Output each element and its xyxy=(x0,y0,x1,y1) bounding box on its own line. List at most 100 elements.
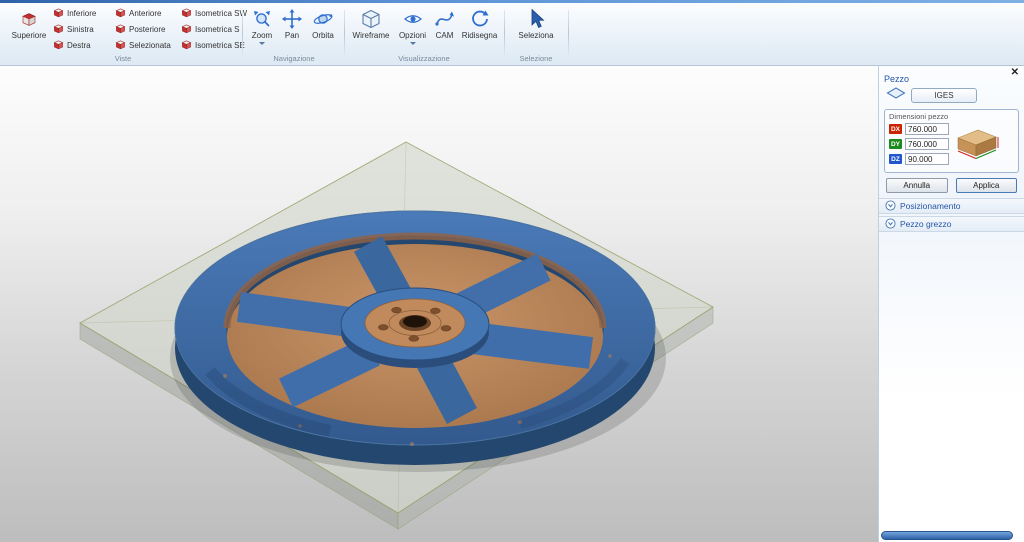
section-pezzo-grezzo-label: Pezzo grezzo xyxy=(900,219,952,229)
dropdown-caret-icon xyxy=(410,42,416,45)
view-posteriore-label: Posteriore xyxy=(129,25,165,34)
wireframe-button[interactable]: Wireframe xyxy=(348,6,394,53)
cam-label: CAM xyxy=(436,31,454,40)
slab-diamond-icon xyxy=(886,86,906,105)
chevron-down-circle-icon xyxy=(885,200,896,213)
wheel-model[interactable] xyxy=(170,211,666,472)
view-cube-icon xyxy=(115,39,126,52)
group-label-navigazione: Navigazione xyxy=(246,54,342,63)
ribbon-group-viste: Superiore Inferiore Sinistra Destra Ante… xyxy=(6,4,240,64)
view-isometrica-sw-label: Isometrica SW xyxy=(195,9,247,18)
view-posteriore-button[interactable]: Posteriore xyxy=(115,22,177,36)
view-cube-icon xyxy=(53,23,64,36)
view-superiore-button[interactable]: Superiore xyxy=(8,6,50,53)
view-isometrica-se-label: Isometrica SE xyxy=(195,41,245,50)
view-isometrica-s-label: Isometrica S xyxy=(195,25,239,34)
view-cube-icon xyxy=(181,7,192,20)
format-value: IGES xyxy=(934,91,953,100)
view-cube-icon xyxy=(115,23,126,36)
wireframe-label: Wireframe xyxy=(353,31,390,40)
group-label-visualizzazione: Visualizzazione xyxy=(348,54,500,63)
viewport-3d[interactable] xyxy=(0,66,878,542)
dz-row: DZ xyxy=(889,153,949,165)
wireframe-cube-icon xyxy=(360,8,382,30)
dy-row: DY xyxy=(889,138,949,150)
ridisegna-button[interactable]: Ridisegna xyxy=(459,6,500,53)
zoom-label: Zoom xyxy=(252,31,272,40)
seleziona-button[interactable]: Seleziona xyxy=(510,6,562,53)
ribbon-group-selezione: Seleziona Selezione xyxy=(508,4,564,64)
view-anteriore-button[interactable]: Anteriore xyxy=(115,6,177,20)
view-isometrica-s-button[interactable]: Isometrica S xyxy=(181,22,241,36)
pan-button[interactable]: Pan xyxy=(279,6,305,53)
group-separator xyxy=(242,10,243,56)
dx-row: DX xyxy=(889,123,949,135)
dropdown-caret-icon xyxy=(259,42,265,45)
view-sinistra-label: Sinistra xyxy=(67,25,94,34)
dialog-buttons: Annulla Applica xyxy=(886,178,1017,193)
ribbon-toolbar: Superiore Inferiore Sinistra Destra Ante… xyxy=(0,0,1024,66)
view-isometrica-sw-button[interactable]: Isometrica SW xyxy=(181,6,241,20)
view-anteriore-label: Anteriore xyxy=(129,9,161,18)
seleziona-label: Seleziona xyxy=(518,31,553,40)
view-cube-top-icon xyxy=(21,8,37,30)
group-label-selezione: Selezione xyxy=(508,54,564,63)
view-destra-label: Destra xyxy=(67,41,91,50)
view-inferiore-label: Inferiore xyxy=(67,9,96,18)
chevron-down-circle-icon xyxy=(885,218,896,231)
dz-input[interactable] xyxy=(905,153,949,165)
toolpath-icon xyxy=(434,8,456,30)
ribbon-group-navigazione: Zoom Pan Orbita Navigazione xyxy=(246,4,342,64)
scene-svg xyxy=(0,66,878,542)
dx-input[interactable] xyxy=(905,123,949,135)
dy-input[interactable] xyxy=(905,138,949,150)
ribbon-top-stripe xyxy=(0,0,1024,3)
pan-label: Pan xyxy=(285,31,299,40)
refresh-icon xyxy=(469,8,491,30)
orbita-label: Orbita xyxy=(312,31,334,40)
section-pezzo-grezzo[interactable]: Pezzo grezzo xyxy=(879,216,1024,232)
wheel-hub xyxy=(341,288,489,368)
collapsed-bottom-bar[interactable] xyxy=(881,531,1013,540)
section-posizionamento[interactable]: Posizionamento xyxy=(879,198,1024,214)
pan-icon xyxy=(281,8,303,30)
dz-axis-badge: DZ xyxy=(889,154,902,164)
view-inferiore-button[interactable]: Inferiore xyxy=(53,6,111,20)
view-isometrica-se-button[interactable]: Isometrica SE xyxy=(181,38,241,52)
orbit-icon xyxy=(312,8,334,30)
panel-title: Pezzo xyxy=(884,74,909,84)
group-separator xyxy=(568,10,569,56)
view-cube-icon xyxy=(181,39,192,52)
view-selezionata-button[interactable]: Selezionata xyxy=(115,38,177,52)
view-cube-icon xyxy=(53,7,64,20)
opzioni-button[interactable]: Opzioni xyxy=(395,6,430,53)
view-sinistra-button[interactable]: Sinistra xyxy=(53,22,111,36)
application-window: Superiore Inferiore Sinistra Destra Ante… xyxy=(0,0,1024,542)
dx-axis-badge: DX xyxy=(889,124,902,134)
format-row: IGES xyxy=(886,86,1017,105)
section-posizionamento-label: Posizionamento xyxy=(900,201,960,211)
group-separator xyxy=(504,10,505,56)
annulla-button[interactable]: Annulla xyxy=(886,178,948,193)
pezzo-panel: Pezzo ✕ IGES Dimensioni pezzo DX DY xyxy=(878,66,1024,542)
zoom-icon xyxy=(251,8,273,30)
view-cube-icon xyxy=(53,39,64,52)
close-icon[interactable]: ✕ xyxy=(1011,67,1019,78)
ridisegna-label: Ridisegna xyxy=(462,31,498,40)
view-superiore-label: Superiore xyxy=(12,31,47,40)
ribbon-group-visualizzazione: Wireframe Opzioni CAM Ridisegna xyxy=(348,4,500,64)
dy-axis-badge: DY xyxy=(889,139,902,149)
zoom-button[interactable]: Zoom xyxy=(246,6,278,53)
group-separator xyxy=(344,10,345,56)
view-cube-icon xyxy=(115,7,126,20)
cam-button[interactable]: CAM xyxy=(431,6,458,53)
view-destra-button[interactable]: Destra xyxy=(53,38,111,52)
view-selezionata-label: Selezionata xyxy=(129,41,171,50)
group-label-viste: Viste xyxy=(6,54,240,63)
dimensions-groupbox: Dimensioni pezzo DX DY DZ xyxy=(884,109,1019,173)
panel-header: Pezzo ✕ xyxy=(879,66,1024,83)
applica-button[interactable]: Applica xyxy=(956,178,1018,193)
opzioni-label: Opzioni xyxy=(399,31,426,40)
format-select[interactable]: IGES xyxy=(911,88,977,103)
orbita-button[interactable]: Orbita xyxy=(306,6,340,53)
